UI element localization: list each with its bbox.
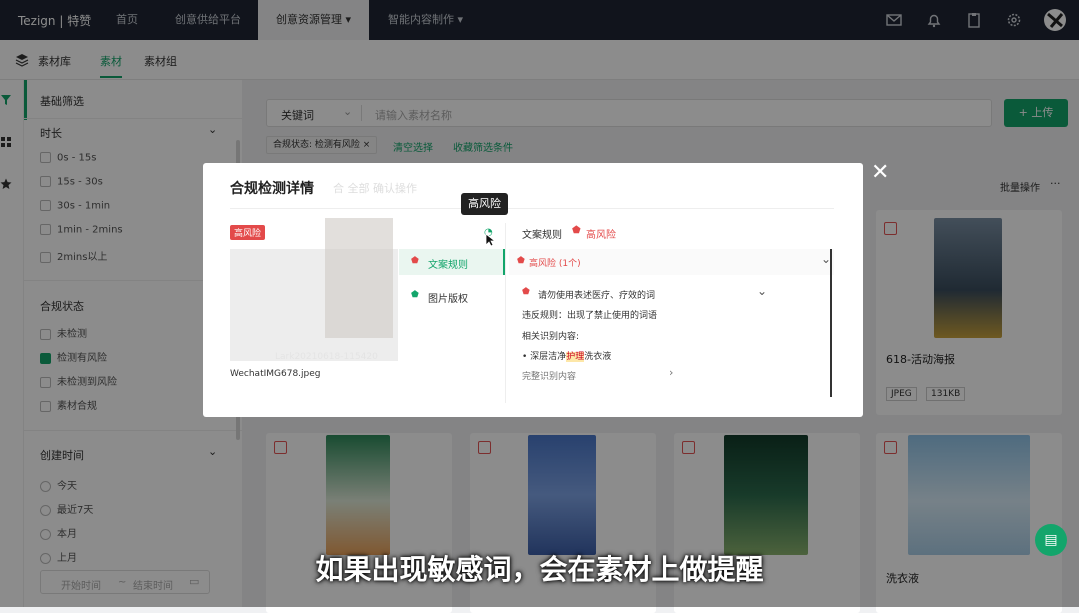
shield-icon: ⬟ (411, 256, 419, 266)
risk-count: 高风险 (1个) (529, 259, 581, 269)
content-text: 洗衣液 (584, 352, 612, 362)
divider (230, 208, 834, 209)
shield-check-icon: ⬟ (411, 290, 419, 300)
chevron-down-icon[interactable]: ⌄ (757, 284, 767, 298)
rule-title: 请勿使用表述医疗、疗效的词 (538, 291, 656, 301)
shield-icon: ⬟ (522, 287, 530, 297)
cursor-icon (485, 233, 495, 247)
violation-text: 违反规则：出现了禁止使用的词语 (522, 311, 658, 321)
full-content-link[interactable]: 完整识别内容 (522, 369, 576, 382)
risk-tooltip: 高风险 (461, 193, 508, 215)
rule-header: 文案规则 (522, 230, 562, 241)
risk-tag: 高风险 (230, 225, 266, 240)
tab-label: 文案规则 (428, 260, 468, 271)
related-label: 相关识别内容: (522, 332, 580, 342)
shield-icon: ⬟ (572, 225, 581, 236)
close-icon[interactable]: ✕ (871, 162, 889, 184)
chevron-right-icon[interactable]: › (669, 366, 673, 379)
modal-title: 合规检测详情 (230, 181, 314, 197)
video-subtitle: 如果出现敏感词，会在素材上做提醒 (315, 553, 764, 586)
shield-icon: ⬟ (517, 256, 525, 266)
risk-group-header[interactable]: ⬟ 高风险 (1个) ⌄ (509, 249, 834, 275)
related-content: • 深层洁净护理洗衣液 (522, 352, 612, 362)
tab-image-copyright[interactable]: ⬟ 图片版权 (399, 283, 505, 309)
compliance-detail-modal: 合规检测详情 合 全部 确认操作 高风险 Lark20210618-115420… (203, 163, 863, 417)
ghost-tabs: 合 全部 确认操作 (333, 182, 417, 195)
asset-filename: WechatIMG678.jpeg (230, 369, 321, 379)
tab-copy-rules[interactable]: ⬟ 文案规则 (399, 249, 505, 275)
ghost-filename: Lark20210618-115420 (275, 352, 378, 362)
rule-level: 高风险 (586, 230, 616, 241)
tab-label: 图片版权 (428, 294, 468, 305)
highlighted-word: 护理 (566, 352, 585, 362)
ghost-thumbnail (325, 218, 393, 338)
divider (505, 223, 506, 403)
content-text: 深层洁净 (530, 352, 567, 362)
detail-scrollbar[interactable] (830, 249, 832, 397)
